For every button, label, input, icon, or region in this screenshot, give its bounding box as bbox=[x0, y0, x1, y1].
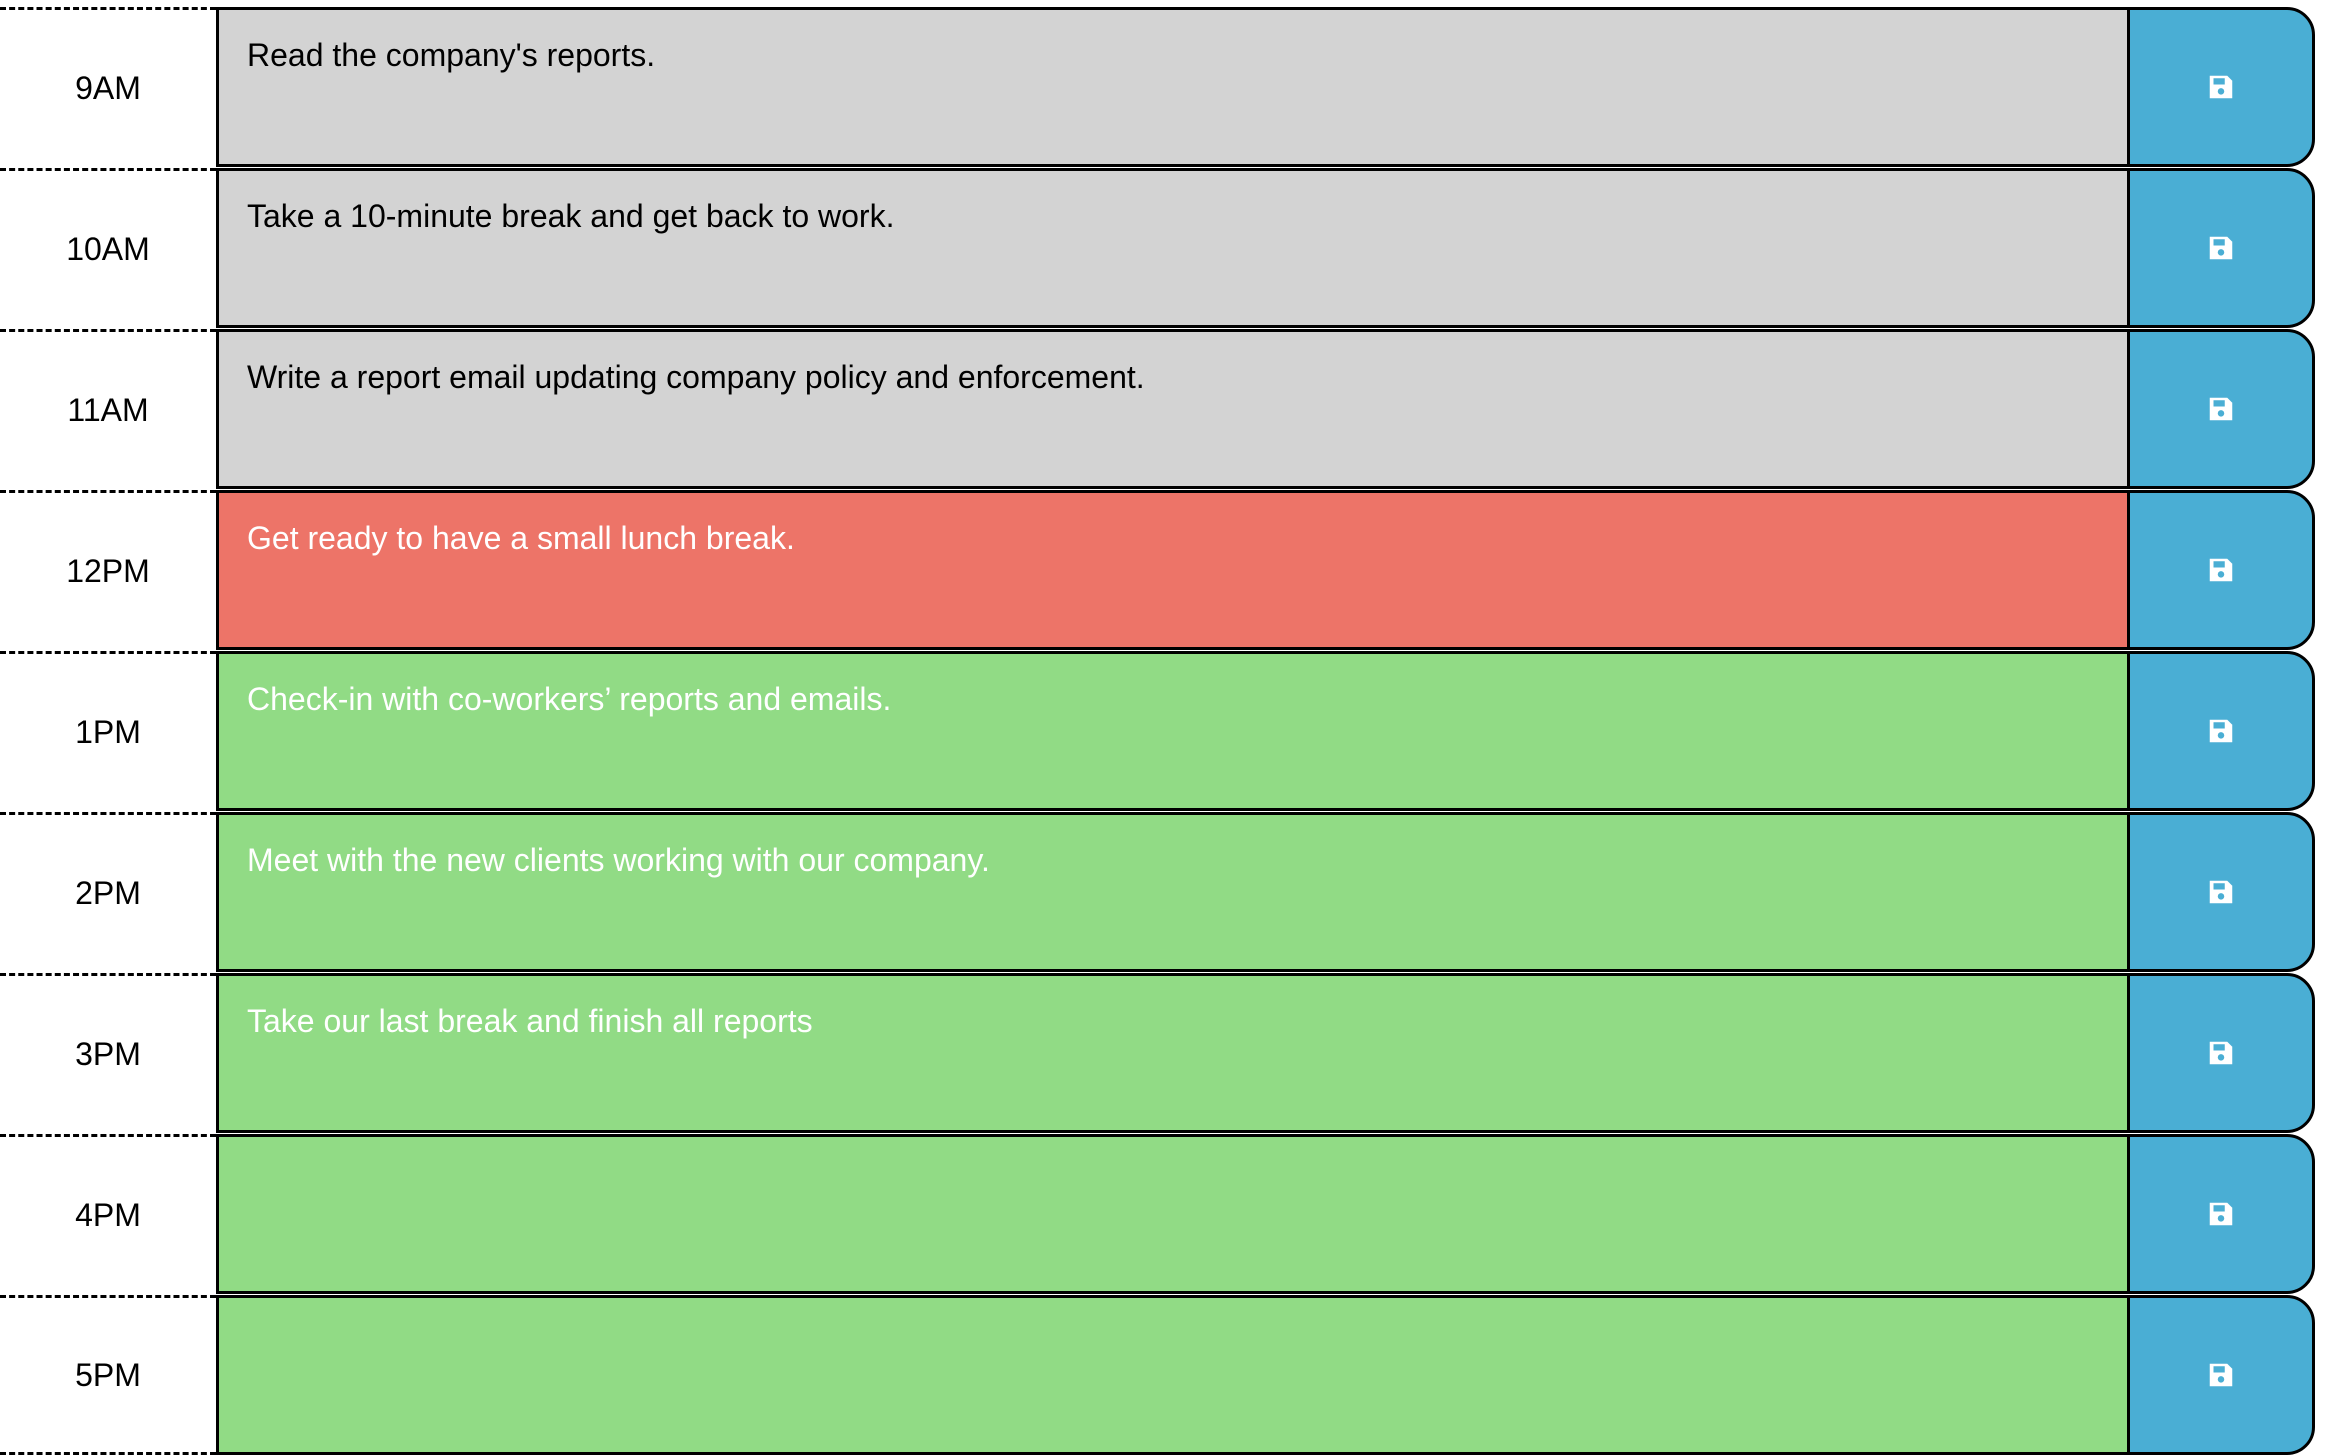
save-button[interactable] bbox=[2127, 1134, 2315, 1294]
hour-label: 2PM bbox=[0, 812, 216, 972]
time-block-12pm: 12PM Get ready to have a small lunch bre… bbox=[0, 490, 2315, 650]
hour-label: 9AM bbox=[0, 7, 216, 167]
description-input[interactable]: Read the company's reports. bbox=[216, 7, 2127, 167]
save-button[interactable] bbox=[2127, 329, 2315, 489]
save-icon bbox=[2209, 1363, 2233, 1387]
save-button[interactable] bbox=[2127, 7, 2315, 167]
hour-label: 5PM bbox=[0, 1295, 216, 1455]
save-button[interactable] bbox=[2127, 973, 2315, 1133]
description-input[interactable] bbox=[216, 1295, 2127, 1455]
save-button[interactable] bbox=[2127, 651, 2315, 811]
time-block-11am: 11AM Write a report email updating compa… bbox=[0, 329, 2315, 489]
scheduler: 9AM Read the company's reports. 10AM Tak… bbox=[0, 7, 2315, 1456]
save-button[interactable] bbox=[2127, 1295, 2315, 1455]
hour-label: 12PM bbox=[0, 490, 216, 650]
time-block-1pm: 1PM Check-in with co-workers’ reports an… bbox=[0, 651, 2315, 811]
description-input[interactable] bbox=[216, 1134, 2127, 1294]
description-input[interactable]: Get ready to have a small lunch break. bbox=[216, 490, 2127, 650]
save-button[interactable] bbox=[2127, 168, 2315, 328]
save-button[interactable] bbox=[2127, 812, 2315, 972]
time-block-3pm: 3PM Take our last break and finish all r… bbox=[0, 973, 2315, 1133]
hour-label: 3PM bbox=[0, 973, 216, 1133]
description-input[interactable]: Take a 10-minute break and get back to w… bbox=[216, 168, 2127, 328]
save-icon bbox=[2209, 397, 2233, 421]
save-icon bbox=[2209, 1202, 2233, 1226]
description-input[interactable]: Meet with the new clients working with o… bbox=[216, 812, 2127, 972]
time-block-5pm: 5PM bbox=[0, 1295, 2315, 1455]
save-icon bbox=[2209, 880, 2233, 904]
description-input[interactable]: Check-in with co-workers’ reports and em… bbox=[216, 651, 2127, 811]
hour-label: 1PM bbox=[0, 651, 216, 811]
save-icon bbox=[2209, 719, 2233, 743]
time-block-4pm: 4PM bbox=[0, 1134, 2315, 1294]
save-icon bbox=[2209, 75, 2233, 99]
time-block-2pm: 2PM Meet with the new clients working wi… bbox=[0, 812, 2315, 972]
save-icon bbox=[2209, 1041, 2233, 1065]
description-input[interactable]: Write a report email updating company po… bbox=[216, 329, 2127, 489]
hour-label: 4PM bbox=[0, 1134, 216, 1294]
time-block-9am: 9AM Read the company's reports. bbox=[0, 7, 2315, 167]
save-icon bbox=[2209, 236, 2233, 260]
hour-label: 11AM bbox=[0, 329, 216, 489]
time-block-10am: 10AM Take a 10-minute break and get back… bbox=[0, 168, 2315, 328]
save-icon bbox=[2209, 558, 2233, 582]
description-input[interactable]: Take our last break and finish all repor… bbox=[216, 973, 2127, 1133]
save-button[interactable] bbox=[2127, 490, 2315, 650]
hour-label: 10AM bbox=[0, 168, 216, 328]
